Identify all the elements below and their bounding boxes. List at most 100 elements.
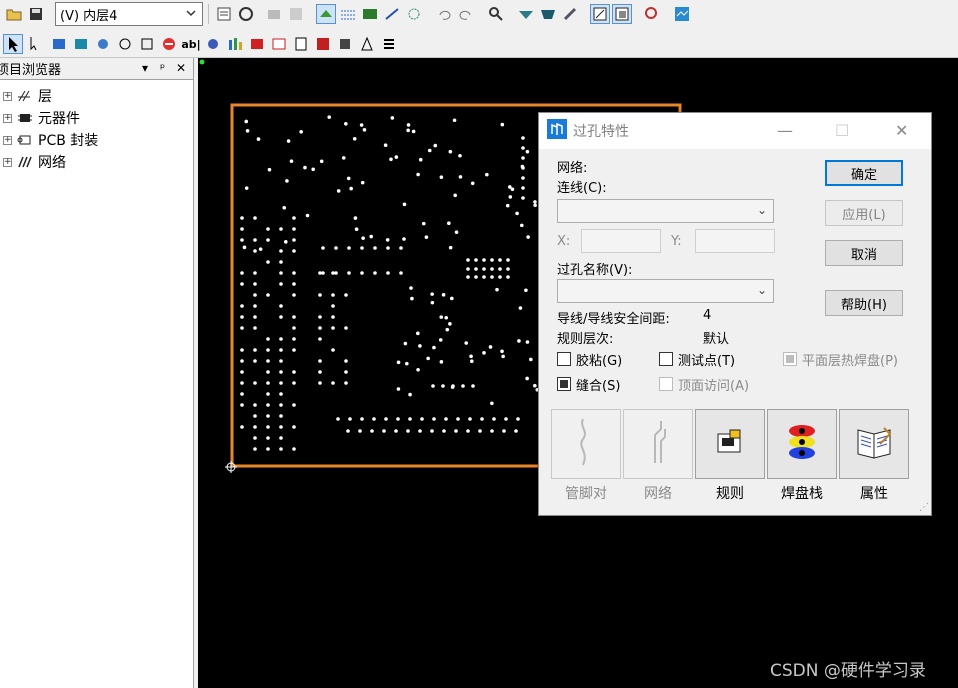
via: [492, 417, 496, 421]
route-icon[interactable]: [338, 4, 358, 24]
undo-icon[interactable]: [434, 4, 454, 24]
chip-icon[interactable]: [335, 34, 355, 54]
smd-icon[interactable]: [538, 4, 558, 24]
route-arrow-icon[interactable]: [27, 34, 47, 54]
via: [474, 267, 478, 271]
help-button[interactable]: 帮助(H): [825, 290, 903, 316]
dialog-titlebar[interactable]: 过孔特性 — ☐ ✕: [539, 113, 931, 149]
attributes-button[interactable]: [839, 409, 909, 479]
pcb-view-icon[interactable]: [590, 4, 610, 24]
via: [258, 247, 263, 251]
via: [240, 304, 244, 308]
bars-icon[interactable]: [225, 34, 245, 54]
list-icon[interactable]: [379, 34, 399, 54]
flag-red-icon[interactable]: [247, 34, 267, 54]
via: [439, 315, 444, 319]
net-report-icon[interactable]: [672, 4, 692, 24]
design-toolbar-icon[interactable]: [316, 4, 336, 24]
x-input[interactable]: [581, 229, 661, 253]
keepout-icon[interactable]: [137, 34, 157, 54]
via: [279, 271, 283, 275]
cancel-button[interactable]: 取消: [825, 240, 903, 266]
close-icon[interactable]: ✕: [895, 121, 908, 140]
window-icon[interactable]: [612, 4, 632, 24]
panel-menu-icon[interactable]: ▾: [142, 61, 148, 75]
via: [439, 175, 444, 179]
via: [311, 167, 315, 172]
via: [344, 381, 348, 385]
ok-button[interactable]: 确定: [825, 160, 903, 186]
brush-icon[interactable]: [560, 4, 580, 24]
hatch-icon[interactable]: [115, 34, 135, 54]
layer-select[interactable]: (V) 内层4: [55, 2, 203, 26]
ratsnest-icon[interactable]: [404, 4, 424, 24]
expand-icon[interactable]: +: [3, 135, 12, 145]
via: [432, 417, 436, 421]
via: [253, 381, 257, 385]
select-arrow-icon[interactable]: [3, 34, 23, 54]
route-combo[interactable]: ⌄: [557, 199, 774, 223]
camera-icon[interactable]: [264, 4, 284, 24]
draw-board-icon[interactable]: [49, 34, 69, 54]
tree-item-footprints[interactable]: + PCB 封装: [0, 129, 193, 151]
expand-icon[interactable]: +: [3, 113, 12, 123]
resize-grip-icon[interactable]: ⋰: [919, 502, 929, 513]
net-button[interactable]: [623, 409, 693, 479]
project-browser-title: 项目浏览器: [0, 63, 62, 78]
via-properties-dialog: 过孔特性 — ☐ ✕ 网络: 连线(C): ⌄ X: Y: 过孔名称(V): ⌄…: [538, 112, 932, 516]
via: [253, 304, 257, 308]
verify-icon[interactable]: [642, 4, 662, 24]
rules-button[interactable]: [695, 409, 765, 479]
expand-icon[interactable]: +: [3, 91, 12, 101]
cluster-icon[interactable]: [357, 34, 377, 54]
via: [452, 118, 457, 123]
y-input[interactable]: [695, 229, 775, 253]
gear-icon[interactable]: [286, 4, 306, 24]
plane-thermal-checkbox[interactable]: [783, 352, 797, 366]
via: [266, 414, 270, 418]
via: [279, 315, 283, 319]
close-icon[interactable]: ✕: [176, 61, 186, 75]
via: [521, 166, 525, 170]
expand-icon[interactable]: +: [3, 157, 12, 167]
drc-icon[interactable]: [269, 34, 289, 54]
board-icon[interactable]: [360, 4, 380, 24]
search-icon[interactable]: [486, 4, 506, 24]
tree-item-components[interactable]: + 元器件: [0, 107, 193, 129]
tree-item-nets[interactable]: + 网络: [0, 151, 193, 173]
via: [266, 260, 270, 264]
via-name-combo[interactable]: ⌄: [557, 279, 774, 303]
page-icon[interactable]: [291, 34, 311, 54]
glue-checkbox[interactable]: [557, 352, 571, 366]
pin-icon[interactable]: ᵖ: [160, 61, 165, 75]
minimize-icon[interactable]: —: [777, 121, 793, 140]
apply-button[interactable]: 应用(L): [825, 200, 903, 226]
via: [318, 359, 322, 363]
line-icon[interactable]: [382, 4, 402, 24]
copper-icon[interactable]: [71, 34, 91, 54]
via: [266, 436, 270, 440]
via: [416, 331, 420, 336]
via: [318, 337, 322, 341]
dimension-icon[interactable]: [203, 34, 223, 54]
refresh-icon[interactable]: [236, 4, 256, 24]
properties-icon[interactable]: [214, 4, 234, 24]
testpoint-checkbox[interactable]: [659, 352, 673, 366]
pad-stack-button[interactable]: [767, 409, 837, 479]
redo-icon[interactable]: [456, 4, 476, 24]
component-red-icon[interactable]: [313, 34, 333, 54]
view-icon[interactable]: [516, 4, 536, 24]
pour-icon[interactable]: [93, 34, 113, 54]
stitch-checkbox[interactable]: [557, 377, 571, 391]
save-icon[interactable]: [26, 4, 46, 24]
maximize-icon[interactable]: ☐: [835, 121, 849, 140]
via: [416, 367, 420, 372]
top-access-checkbox[interactable]: [659, 377, 673, 391]
open-folder-icon[interactable]: [4, 4, 24, 24]
tree-item-layers[interactable]: + 层: [0, 85, 193, 107]
text-tool-icon[interactable]: ab|: [181, 34, 201, 54]
pin-pair-button[interactable]: [551, 409, 621, 479]
via: [396, 387, 401, 391]
no-entry-icon[interactable]: [159, 34, 179, 54]
via: [253, 271, 257, 275]
